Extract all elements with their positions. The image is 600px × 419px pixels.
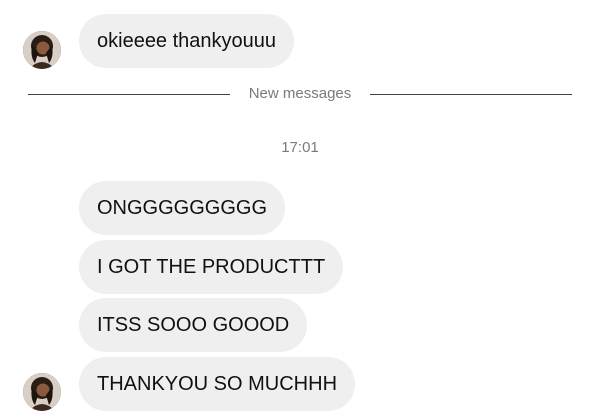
message-text: THANKYOU SO MUCHHH: [97, 373, 338, 395]
sender-avatar-icon[interactable]: [23, 31, 61, 69]
message-bubble[interactable]: THANKYOU SO MUCHHH: [79, 357, 356, 411]
new-messages-divider-label: New messages: [248, 85, 352, 102]
divider-line-left: [28, 94, 230, 95]
message-text: I GOT THE PRODUCTTT: [97, 256, 326, 278]
message-bubble[interactable]: ITSS SOOO GOOOD: [79, 298, 308, 352]
message-text: ONGGGGGGGGG: [97, 197, 268, 219]
message-text: okieeee thankyouuu: [97, 30, 277, 52]
message-timestamp: 17:01: [281, 139, 319, 156]
message-bubble[interactable]: I GOT THE PRODUCTTT: [79, 240, 344, 294]
message-bubble[interactable]: ONGGGGGGGGG: [79, 181, 286, 235]
divider-line-right: [370, 94, 572, 95]
message-text: ITSS SOOO GOOOD: [97, 314, 290, 336]
message-bubble[interactable]: okieeee thankyouuu: [79, 14, 295, 68]
sender-avatar-icon[interactable]: [23, 373, 61, 411]
